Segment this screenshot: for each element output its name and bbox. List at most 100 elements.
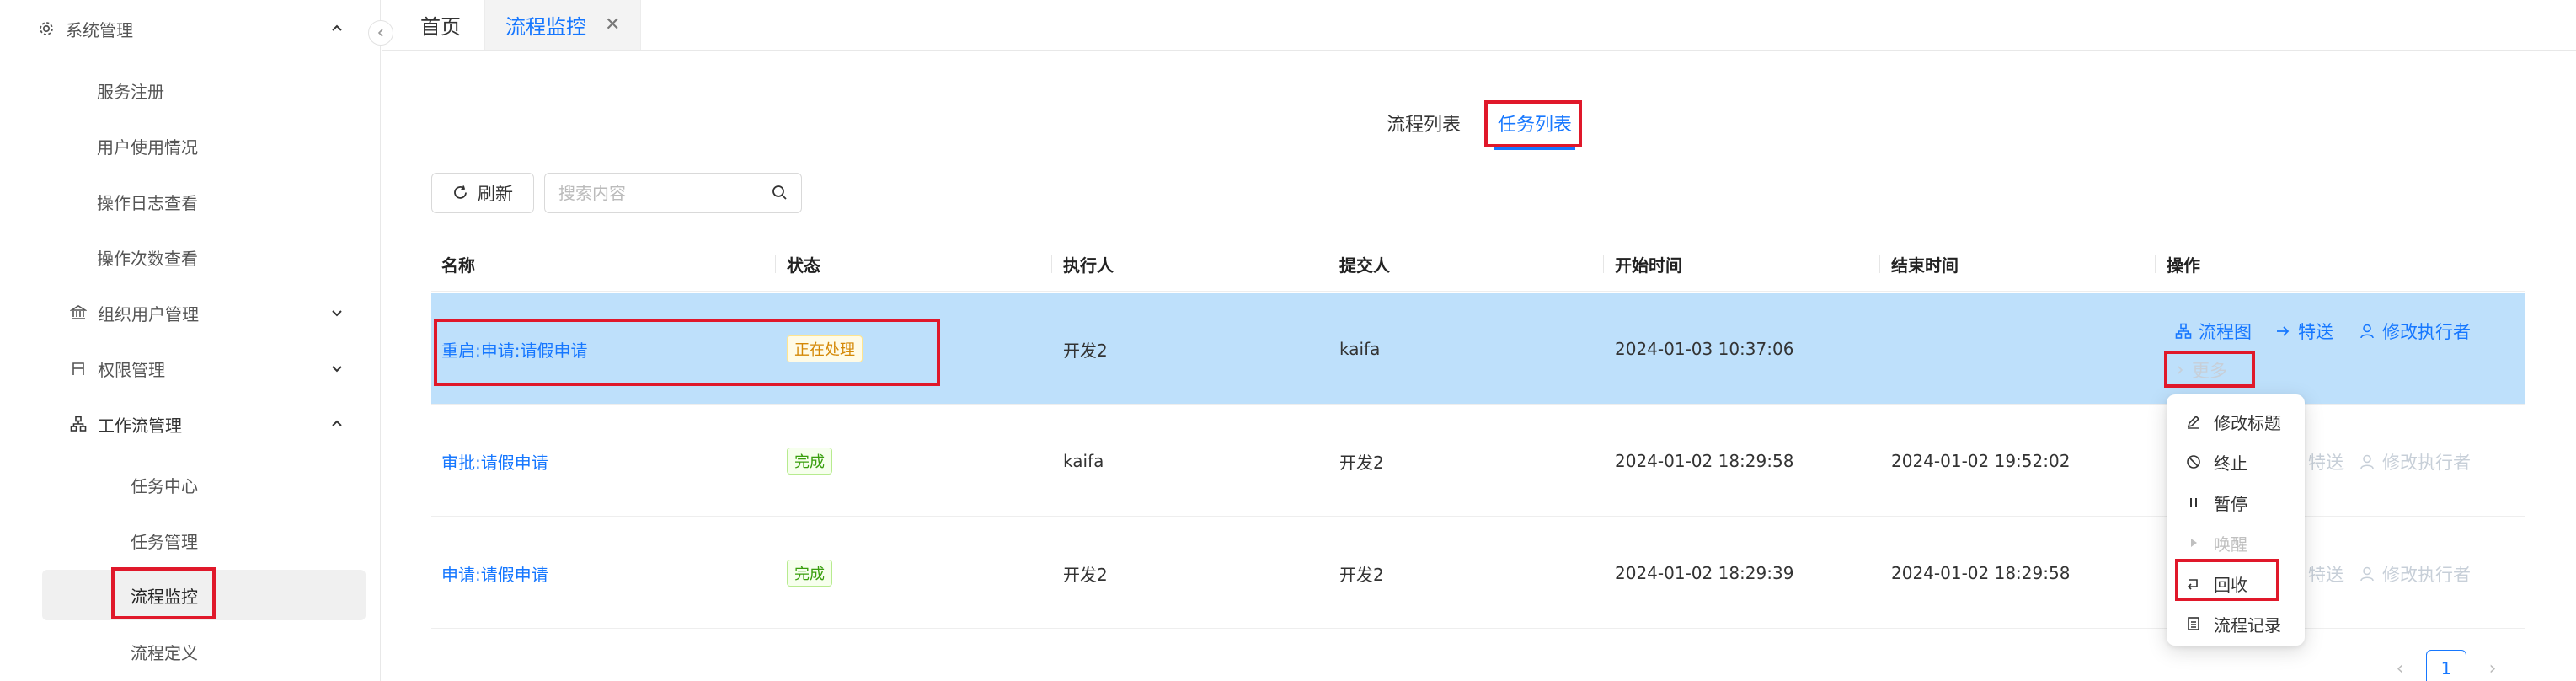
pagination: ‹ 1 › — [2387, 650, 2505, 681]
tab-label: 任务列表 — [1498, 115, 1573, 136]
tab-process-list[interactable]: 流程列表 — [1373, 101, 1474, 145]
app-root: 系统管理 服务注册 用户使用情况 操作日志查看 操作次数查看 组织用户管理 权限… — [0, 0, 2576, 681]
user-icon — [2359, 566, 2376, 582]
menu-item-process-record[interactable]: 流程记录 — [2167, 603, 2305, 644]
tab-process-monitor[interactable]: 流程监控 ✕ — [485, 0, 642, 50]
menu-item-wake: 唤醒 — [2167, 523, 2305, 563]
change-executor-link[interactable]: 修改执行者 — [2359, 319, 2471, 344]
prev-page-icon[interactable]: ‹ — [2387, 658, 2413, 679]
submitter-cell: 开发2 — [1339, 564, 1384, 585]
user-icon — [2359, 453, 2376, 470]
play-icon — [2185, 535, 2202, 550]
sidebar-item-process-monitor[interactable]: 流程监控 — [42, 570, 366, 620]
sidebar-group-label: 系统管理 — [66, 19, 133, 40]
task-name-link[interactable]: 申请:请假申请 — [431, 517, 548, 629]
content-tabs: 流程列表 任务列表 — [1373, 101, 1595, 150]
sidebar-item-user-usage[interactable]: 用户使用情况 — [0, 122, 381, 169]
menu-item-label: 修改标题 — [2214, 412, 2281, 433]
column-header-start-time: 开始时间 — [1615, 255, 1682, 276]
more-dropdown-trigger[interactable]: 更多 — [2175, 357, 2227, 383]
sidebar-item-label: 服务注册 — [97, 81, 164, 102]
menu-item-label: 回收 — [2214, 574, 2247, 595]
column-header-end-time: 结束时间 — [1891, 255, 1959, 276]
forward-link[interactable]: 特送 — [2274, 319, 2333, 344]
workflow-icon — [67, 413, 89, 435]
flowchart-link[interactable]: 流程图 — [2175, 319, 2252, 344]
sidebar-group-system[interactable]: 系统管理 — [0, 5, 381, 52]
sidebar-item-service-register[interactable]: 服务注册 — [0, 67, 381, 114]
tab-label: 流程列表 — [1387, 115, 1462, 136]
more-dropdown-menu: 修改标题 终止 暂停 唤醒 回收 流程记录 — [2167, 394, 2305, 646]
sidebar-item-label: 流程定义 — [131, 642, 198, 663]
sidebar-group-workflow[interactable]: 工作流管理 — [0, 400, 381, 448]
pause-icon — [2185, 495, 2202, 510]
stop-icon — [2185, 454, 2202, 469]
chevron-up-icon — [327, 19, 347, 39]
sidebar-item-task-mgmt[interactable]: 任务管理 — [0, 517, 381, 564]
start-time-cell: 2024-01-03 10:37:06 — [1615, 339, 1794, 359]
change-executor-link: 修改执行者 — [2359, 449, 2471, 475]
chevron-down-icon — [327, 358, 347, 378]
forward-label: 特送 — [2308, 453, 2344, 473]
menu-item-terminate[interactable]: 终止 — [2167, 442, 2305, 482]
task-name-link[interactable]: 审批:请假申请 — [431, 405, 548, 517]
sidebar-item-label: 用户使用情况 — [97, 137, 198, 158]
chevron-left-icon — [377, 29, 383, 37]
forward-link: 特送 — [2308, 561, 2344, 587]
column-header-submitter: 提交人 — [1339, 255, 1390, 276]
menu-item-recall[interactable]: 回收 — [2167, 563, 2305, 603]
search-box — [544, 173, 802, 213]
tab-home[interactable]: 首页 — [382, 0, 485, 50]
sidebar-item-process-def[interactable]: 流程定义 — [0, 628, 381, 675]
change-executor-label: 修改执行者 — [2382, 322, 2471, 342]
sidebar-item-label: 操作次数查看 — [97, 248, 198, 269]
task-name-link[interactable]: 重启:申请:请假申请 — [431, 293, 587, 405]
sidebar-group-label: 工作流管理 — [98, 415, 182, 436]
refresh-button[interactable]: 刷新 — [431, 173, 534, 213]
sidebar-item-task-center[interactable]: 任务中心 — [0, 461, 381, 508]
sidebar-group-label: 权限管理 — [98, 359, 165, 380]
change-executor-link: 修改执行者 — [2359, 561, 2471, 587]
sidebar-item-label: 流程监控 — [131, 586, 198, 607]
next-page-icon[interactable]: › — [2480, 658, 2505, 679]
status-badge: 正在处理 — [787, 335, 863, 362]
status-badge: 完成 — [787, 448, 832, 475]
search-input[interactable] — [545, 174, 756, 212]
menu-item-pause[interactable]: 暂停 — [2167, 482, 2305, 523]
menu-item-edit-title[interactable]: 修改标题 — [2167, 401, 2305, 442]
refresh-icon — [452, 185, 469, 201]
tab-label: 流程监控 — [505, 15, 586, 39]
search-icon[interactable] — [771, 184, 789, 206]
flowchart-icon — [2175, 323, 2192, 340]
sidebar-group-org[interactable]: 组织用户管理 — [0, 289, 381, 336]
page-number-current[interactable]: 1 — [2426, 650, 2466, 681]
start-time-cell: 2024-01-02 18:29:39 — [1615, 563, 1794, 583]
column-divider — [2155, 255, 2156, 273]
end-time-cell — [1881, 293, 1891, 405]
user-icon — [2359, 323, 2376, 340]
flowchart-label: 流程图 — [2199, 322, 2252, 342]
close-icon[interactable]: ✕ — [605, 14, 620, 35]
sidebar-item-label: 任务中心 — [131, 475, 198, 496]
top-tab-bar: 首页 流程监控 ✕ — [382, 0, 2576, 51]
end-time-cell: 2024-01-02 19:52:02 — [1891, 451, 2071, 471]
sidebar-item-label: 操作日志查看 — [97, 192, 198, 213]
submitter-cell: kaifa — [1339, 339, 1381, 359]
refresh-label: 刷新 — [478, 184, 513, 204]
sidebar-item-op-log[interactable]: 操作日志查看 — [0, 178, 381, 225]
forward-label: 特送 — [2298, 322, 2333, 342]
tab-label: 首页 — [420, 15, 461, 39]
table-row[interactable]: 重启:申请:请假申请 正在处理 开发2 kaifa 2024-01-03 10:… — [431, 293, 2525, 405]
sidebar-item-op-count[interactable]: 操作次数查看 — [0, 233, 381, 281]
executor-cell: 开发2 — [1063, 564, 1108, 585]
record-icon — [2185, 616, 2202, 631]
sidebar-group-permission[interactable]: 权限管理 — [0, 345, 381, 392]
sidebar-collapse-button[interactable] — [368, 20, 393, 46]
forward-label: 特送 — [2308, 565, 2344, 585]
tab-task-list[interactable]: 任务列表 — [1484, 101, 1585, 150]
change-executor-label: 修改执行者 — [2382, 453, 2471, 473]
menu-item-label: 唤醒 — [2214, 534, 2247, 555]
column-header-actions: 操作 — [2167, 255, 2200, 276]
chevron-down-icon — [327, 303, 347, 323]
column-divider — [1603, 255, 1604, 273]
